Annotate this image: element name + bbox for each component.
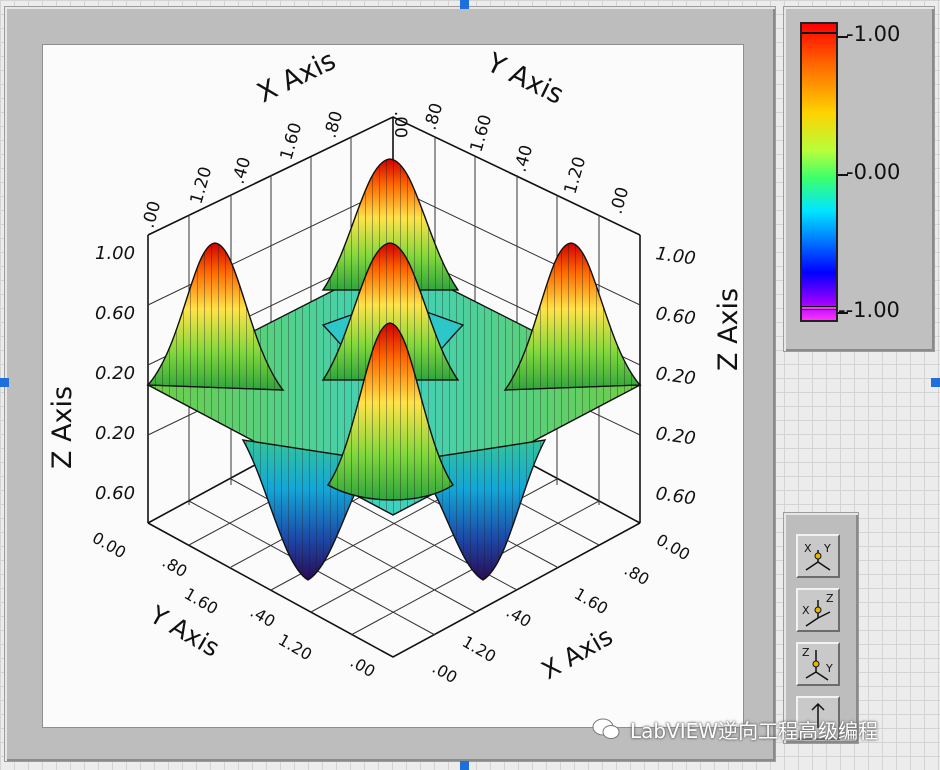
watermark-text: LabVIEW逆向工程高级编程 bbox=[630, 718, 879, 743]
wechat-icon bbox=[592, 718, 620, 739]
x-axis-title-bottom: X Axis bbox=[537, 622, 618, 686]
svg-text:Z: Z bbox=[826, 592, 834, 605]
tick-label: 0.20 bbox=[95, 363, 135, 384]
tick-label: .40 bbox=[503, 602, 535, 631]
tick-label: 0.00 bbox=[653, 530, 693, 564]
top-y-ticks: .00 .80 1.60 .40 1.20 .00 bbox=[390, 101, 633, 217]
tick-label: .00 bbox=[139, 199, 166, 231]
tick-label: 1.20 bbox=[459, 632, 499, 666]
svg-text:X: X bbox=[804, 542, 812, 555]
plot-area[interactable]: X Axis Y Axis Z Axis Z Axis Y Axis X Axi… bbox=[42, 44, 744, 728]
z-ticks-left: 1.00 0.60 0.20 0.20 0.60 bbox=[95, 243, 135, 504]
svg-text:X: X bbox=[802, 604, 810, 617]
tick-label: 1.20 bbox=[187, 164, 217, 206]
tick-label: .40 bbox=[247, 602, 279, 631]
tick-label: 0.20 bbox=[95, 423, 135, 444]
svg-text:Z: Z bbox=[802, 646, 810, 659]
tick-label: 0.00 bbox=[89, 528, 129, 562]
colormap-max-marker[interactable] bbox=[802, 32, 836, 34]
z-axis-title-left: Z Axis bbox=[47, 386, 78, 469]
tick-label: .00 bbox=[390, 111, 410, 138]
colormap-scale[interactable] bbox=[800, 22, 838, 322]
tick-label: 0.20 bbox=[654, 363, 697, 389]
tick-label: .80 bbox=[321, 109, 348, 141]
xy-plane-icon: XY bbox=[804, 542, 831, 571]
tick-label: 0.60 bbox=[95, 483, 135, 504]
tick-label: 0.60 bbox=[654, 483, 697, 509]
tick-label: 1.00 bbox=[654, 243, 697, 269]
z-axis-title-right: Z Axis bbox=[713, 288, 743, 371]
xz-plane-button[interactable]: XZ bbox=[796, 588, 840, 632]
y-axis-title-top: Y Axis bbox=[481, 47, 568, 111]
tick-label: .00 bbox=[347, 652, 379, 681]
tick-label: 1.20 bbox=[561, 154, 591, 196]
tick-label: 0.60 bbox=[654, 303, 697, 329]
xy-plane-button[interactable]: XY bbox=[796, 534, 840, 578]
colormap-min-label[interactable]: --1.00 bbox=[838, 298, 900, 322]
tick-label: 0.20 bbox=[654, 423, 697, 449]
colormap-max-label[interactable]: -1.00 bbox=[846, 22, 900, 46]
resize-handle-right[interactable] bbox=[931, 378, 940, 387]
tick-label: 0.60 bbox=[95, 303, 135, 324]
tick-label: 1.60 bbox=[277, 120, 307, 162]
xz-plane-icon: XZ bbox=[802, 592, 834, 627]
zy-plane-icon: ZY bbox=[802, 646, 833, 681]
tick-label: .80 bbox=[421, 101, 448, 133]
svg-text:Y: Y bbox=[825, 662, 833, 675]
resize-handle-bottom[interactable] bbox=[460, 761, 469, 770]
colormap-min-marker[interactable] bbox=[802, 306, 836, 310]
top-x-ticks: .00 1.20 .40 1.60 .80 bbox=[139, 109, 348, 231]
resize-handle-top[interactable] bbox=[460, 0, 469, 9]
tick-label: .80 bbox=[621, 560, 653, 589]
z-ticks-right: 1.00 0.60 0.20 0.20 0.60 bbox=[654, 243, 697, 509]
resize-handle-left[interactable] bbox=[0, 378, 9, 387]
watermark: LabVIEW逆向工程高级编程 bbox=[592, 714, 878, 744]
tick-label: .40 bbox=[229, 155, 256, 187]
tick-label: 1.60 bbox=[571, 584, 611, 618]
colormap-mid-label: -0.00 bbox=[846, 160, 901, 184]
svg-text:Y: Y bbox=[823, 542, 831, 555]
surface-plot[interactable]: X Axis Y Axis Z Axis Z Axis Y Axis X Axi… bbox=[43, 45, 744, 727]
bottom-y-ticks: 0.00 .80 1.60 .40 1.20 .00 bbox=[89, 528, 379, 681]
tick-label: 1.20 bbox=[275, 630, 315, 664]
tick-label: 1.60 bbox=[181, 584, 221, 618]
tick-label: .00 bbox=[607, 185, 634, 217]
tick-label: 1.00 bbox=[95, 243, 135, 264]
zy-plane-button[interactable]: ZY bbox=[796, 642, 840, 686]
x-axis-title-top: X Axis bbox=[252, 45, 340, 109]
tick-label: .80 bbox=[159, 552, 191, 581]
tick-label: .40 bbox=[511, 143, 538, 175]
surface-mesh bbox=[146, 158, 642, 581]
tick-label: .00 bbox=[429, 658, 461, 687]
tick-label: 1.60 bbox=[467, 112, 497, 154]
